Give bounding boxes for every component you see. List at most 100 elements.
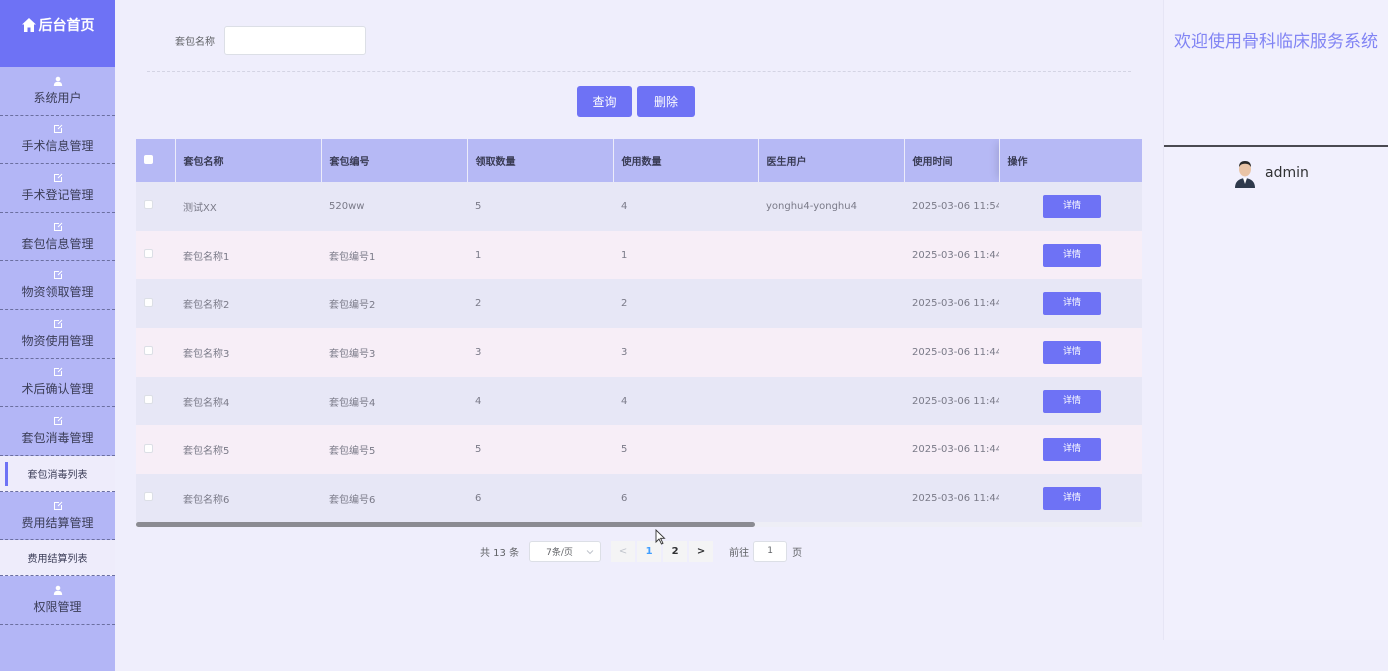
- sidebar-item-label: 套包信息管理: [21, 236, 94, 251]
- pagination-total: 共 13 条: [480, 548, 520, 559]
- sidebar-item[interactable]: 手术登记管理: [0, 164, 115, 213]
- detail-button[interactable]: 详情: [1043, 292, 1101, 316]
- sidebar-item-label: 术后确认管理: [21, 382, 94, 397]
- edit-icon: [53, 416, 62, 425]
- sidebar-item-label: 手术登记管理: [21, 187, 94, 202]
- goto-page-input[interactable]: 1: [753, 541, 788, 562]
- page-button[interactable]: 2: [663, 541, 688, 562]
- table-cell: 2025-03-06 11:54:0: [904, 182, 999, 231]
- table-cell: 5: [467, 425, 613, 475]
- detail-button[interactable]: 详情: [1043, 194, 1101, 218]
- table-cell: 测试XX: [175, 182, 321, 231]
- scrollbar-thumb[interactable]: [136, 522, 755, 527]
- table-cell: 套包编号1: [321, 230, 467, 280]
- sidebar-subitem-label: 费用结算列表: [27, 554, 88, 566]
- user-icon: [53, 585, 62, 596]
- next-page-button[interactable]: >: [689, 541, 714, 562]
- sidebar-item[interactable]: 术后确认管理: [0, 359, 115, 408]
- table-row: 测试XX 520ww 5 4 yonghu4-yonghu4 2025-03-06 11:…: [136, 182, 1142, 231]
- table-cell: 4: [613, 182, 758, 231]
- table-cell: 2025-03-06 11:44:5: [904, 474, 999, 523]
- pagination: 共 13 条 7条/页 < 12 > 前往 1 页: [480, 541, 802, 562]
- action-cell: 详情: [999, 279, 1142, 329]
- edit-icon: [53, 222, 62, 231]
- prev-page-button[interactable]: <: [611, 541, 636, 562]
- column-header: 医生用户: [758, 139, 905, 182]
- sidebar-item-label: 套包消毒管理: [21, 430, 94, 445]
- table-cell: 2025-03-06 11:44:5: [904, 376, 999, 426]
- right-divider: [1164, 145, 1388, 147]
- table-cell: 2025-03-06 11:44:5: [904, 279, 999, 329]
- row-checkbox[interactable]: [144, 492, 153, 502]
- row-checkbox-cell: [136, 328, 175, 377]
- sidebar-subitem-label: 套包消毒列表: [27, 469, 88, 481]
- sidebar-item[interactable]: 费用结算管理: [0, 492, 115, 541]
- table-cell: 套包名称4: [175, 376, 321, 426]
- sidebar-item[interactable]: 套包信息管理: [0, 213, 115, 262]
- detail-button[interactable]: 详情: [1043, 486, 1101, 510]
- table-row: 套包名称3套包编号3332025-03-06 11:44:5详情: [136, 328, 1142, 377]
- sidebar-item[interactable]: 权限管理: [0, 576, 115, 625]
- table-row: 套包名称6套包编号6662025-03-06 11:44:5详情: [136, 474, 1142, 523]
- sidebar-item-label: 系统用户: [33, 90, 82, 105]
- search-input[interactable]: [224, 26, 366, 55]
- table-cell: 套包名称2: [175, 279, 321, 329]
- sidebar-item[interactable]: 套包消毒管理: [0, 407, 115, 456]
- detail-button[interactable]: 详情: [1043, 389, 1101, 413]
- sidebar-item[interactable]: 手术信息管理: [0, 116, 115, 165]
- table-cell: 1: [467, 230, 613, 280]
- sidebar-subitem[interactable]: 套包消毒列表: [0, 455, 115, 492]
- username: admin: [1265, 165, 1309, 181]
- logo-label: 后台首页: [38, 17, 95, 34]
- table-cell: 2025-03-06 11:44:5: [904, 425, 999, 475]
- sidebar-subitem[interactable]: 费用结算列表: [0, 540, 115, 577]
- action-cell: 详情: [999, 474, 1142, 523]
- page-size-value: 7条/页: [546, 548, 573, 558]
- sidebar-item[interactable]: 系统用户: [0, 67, 115, 116]
- table-cell: 6: [467, 474, 613, 523]
- row-checkbox[interactable]: [144, 297, 153, 307]
- detail-button[interactable]: 详情: [1043, 340, 1101, 364]
- sidebar-logo[interactable]: 后台首页: [0, 0, 115, 67]
- sidebar-item-label: 物资领取管理: [21, 285, 94, 300]
- table-cell: 套包名称1: [175, 230, 321, 280]
- detail-button[interactable]: 详情: [1043, 438, 1101, 462]
- table-cell: [758, 474, 904, 523]
- sidebar-item-label: 费用结算管理: [21, 515, 94, 530]
- delete-button[interactable]: 删除: [637, 86, 695, 117]
- query-button[interactable]: 查询: [577, 86, 632, 117]
- table-cell: 3: [467, 328, 613, 377]
- page-size-select[interactable]: 7条/页: [529, 541, 602, 562]
- home-icon: [21, 17, 36, 32]
- select-all-checkbox[interactable]: [144, 154, 153, 164]
- row-checkbox[interactable]: [144, 249, 153, 259]
- horizontal-scrollbar[interactable]: [136, 522, 1142, 527]
- detail-button[interactable]: 详情: [1043, 243, 1101, 267]
- column-header: 使用时间: [904, 139, 1000, 182]
- column-header: 套包名称: [175, 139, 322, 182]
- chevron-down-icon: [586, 549, 594, 554]
- column-header: 领取数量: [467, 139, 614, 182]
- table-row: 套包名称4套包编号4442025-03-06 11:44:5详情: [136, 376, 1142, 426]
- column-header: 使用数量: [613, 139, 759, 182]
- edit-icon: [53, 368, 62, 377]
- action-cell: 详情: [999, 376, 1142, 426]
- edit-icon: [53, 270, 62, 280]
- row-checkbox[interactable]: [144, 395, 153, 405]
- row-checkbox[interactable]: [144, 346, 153, 356]
- row-checkbox-cell: [136, 376, 175, 426]
- user-info[interactable]: admin: [1232, 158, 1309, 188]
- user-icon: [53, 76, 62, 86]
- table-cell: 套包名称6: [175, 474, 321, 523]
- sidebar-item[interactable]: 物资领取管理: [0, 261, 115, 310]
- table-cell: 套包编号4: [321, 376, 467, 426]
- right-panel: 欢迎使用骨科临床服务系统 admin: [1163, 0, 1388, 640]
- data-table: 套包名称 套包编号 领取数量 使用数量 医生用户 使用时间 操作 测试XX 520ww 5 4 yo…: [136, 139, 1142, 527]
- sidebar-item[interactable]: 物资使用管理: [0, 310, 115, 359]
- select-all-cell: [136, 139, 176, 182]
- row-checkbox[interactable]: [144, 443, 153, 453]
- main-content: 套包名称 查询 删除 套包名称 套包编号 领取数量 使用数量 医生用户 使用时间 操作 测试…: [115, 0, 1163, 671]
- table-cell: [758, 279, 904, 329]
- row-checkbox[interactable]: [144, 200, 153, 210]
- table-cell: 2025-03-06 11:44:5: [904, 230, 999, 280]
